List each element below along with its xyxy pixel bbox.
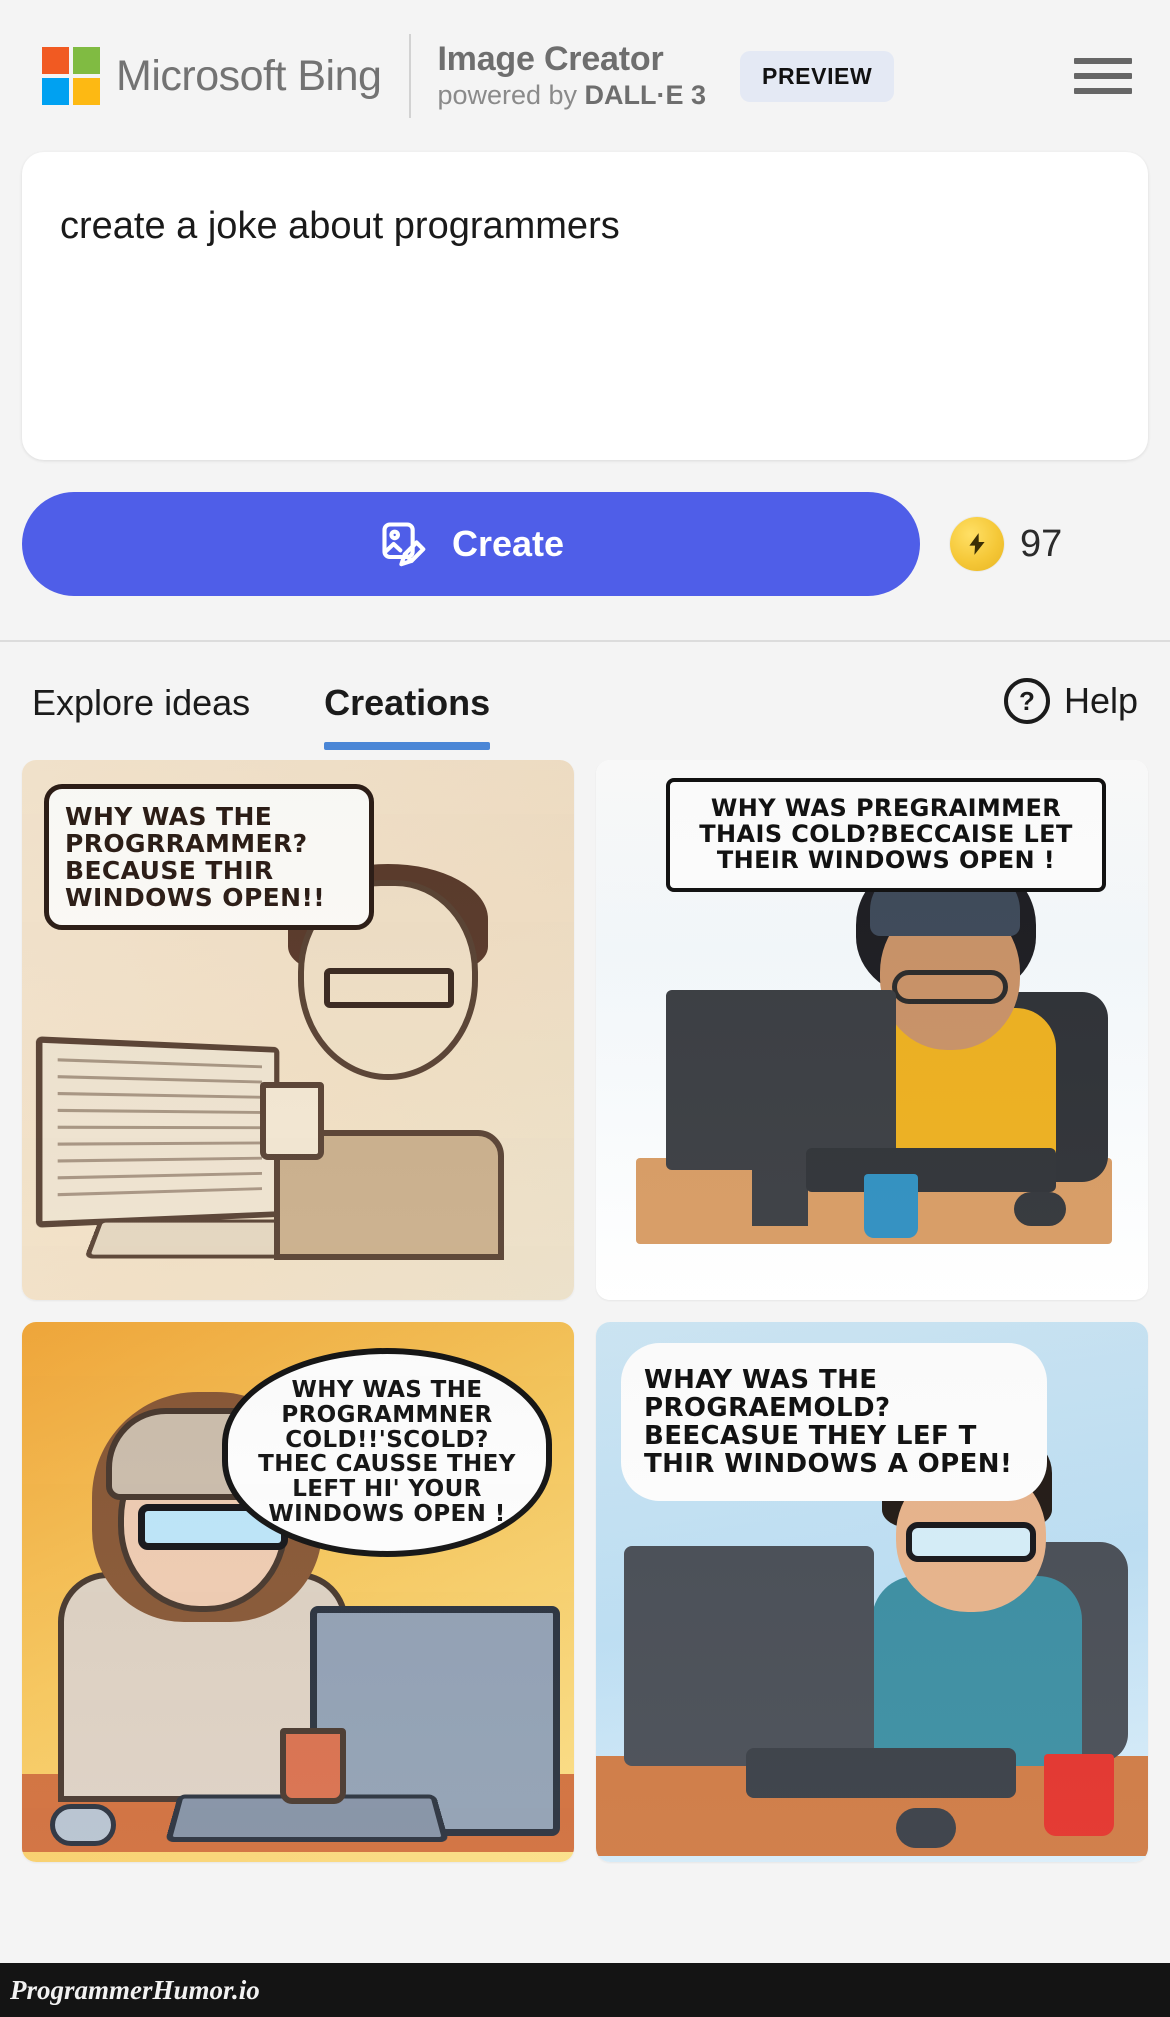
microsoft-logo-icon — [42, 47, 100, 105]
tab-explore-ideas[interactable]: Explore ideas — [32, 646, 250, 756]
creations-grid: WHY WAS THE PROGRRAMMER? BECAUSE THIR WI… — [0, 760, 1170, 1862]
creation-thumbnail-4[interactable]: WHAY WAS THE PROGRAEMOLD? BEECASUE THEY … — [596, 1322, 1148, 1862]
powered-by-prefix: powered by — [437, 80, 585, 111]
page-title: Image Creator — [437, 40, 664, 79]
creation-thumbnail-2[interactable]: WHY WAS PREGRAIMMER THAIS COLD?BECCAISE … — [596, 760, 1148, 1300]
brand-name: Microsoft Bing — [116, 51, 382, 100]
creation-bubble-text-2: WHY WAS PREGRAIMMER THAIS COLD?BECCAISE … — [666, 778, 1106, 892]
creation-thumbnail-1[interactable]: WHY WAS THE PROGRRAMMER? BECAUSE THIR WI… — [22, 760, 574, 1300]
app-header: Microsoft Bing Image Creator powered by … — [0, 0, 1170, 152]
token-balance[interactable]: 97 — [950, 517, 1062, 571]
creation-bubble-text-1: WHY WAS THE PROGRRAMMER? BECAUSE THIR WI… — [44, 784, 374, 930]
help-button[interactable]: ? Help — [1003, 678, 1138, 724]
create-row: Create 97 — [0, 460, 1170, 640]
image-pencil-icon — [378, 518, 430, 570]
creation-thumbnail-3[interactable]: WHY WAS THE PROGRAMMNER COLD!!'SCOLD? TH… — [22, 1322, 574, 1862]
prompt-text: create a joke about programmers — [60, 205, 620, 247]
creation-bubble-text-3: WHY WAS THE PROGRAMMNER COLD!!'SCOLD? TH… — [222, 1348, 552, 1557]
preview-badge: PREVIEW — [740, 50, 895, 102]
creation-illustration-3: WHY WAS THE PROGRAMMNER COLD!!'SCOLD? TH… — [22, 1322, 574, 1862]
powered-by-label: powered by DALL·E 3 — [437, 79, 706, 113]
create-button-label: Create — [451, 523, 565, 564]
watermark-bar: ProgrammerHumor.io — [0, 1963, 1170, 2017]
creation-bubble-text-4: WHAY WAS THE PROGRAEMOLD? BEECASUE THEY … — [624, 1346, 1044, 1499]
prompt-area: create a joke about programmers — [0, 152, 1170, 460]
help-label: Help — [1063, 680, 1138, 721]
tab-creations[interactable]: Creations — [324, 646, 491, 756]
creation-illustration-4: WHAY WAS THE PROGRAEMOLD? BEECASUE THEY … — [596, 1322, 1148, 1862]
prompt-input[interactable]: create a joke about programmers — [22, 152, 1148, 460]
image-creator-page: Microsoft Bing Image Creator powered by … — [0, 0, 1170, 2017]
hamburger-icon[interactable] — [1074, 54, 1132, 98]
brand-group[interactable]: Microsoft Bing — [42, 47, 382, 105]
header-divider — [409, 34, 412, 118]
product-title-group: Image Creator powered by DALL·E 3 — [437, 39, 706, 113]
boost-bolt-icon — [950, 517, 1004, 571]
model-name: DALL·E 3 — [584, 80, 707, 111]
create-button[interactable]: Create — [22, 492, 920, 596]
watermark-text: ProgrammerHumor.io — [10, 1974, 260, 2005]
tabs-bar: Explore ideas Creations ? Help — [0, 642, 1170, 760]
token-count: 97 — [1020, 522, 1063, 565]
creation-illustration-1: WHY WAS THE PROGRRAMMER? BECAUSE THIR WI… — [22, 760, 574, 1300]
question-circle-icon: ? — [1003, 678, 1050, 724]
creation-illustration-2: WHY WAS PREGRAIMMER THAIS COLD?BECCAISE … — [596, 760, 1148, 1300]
